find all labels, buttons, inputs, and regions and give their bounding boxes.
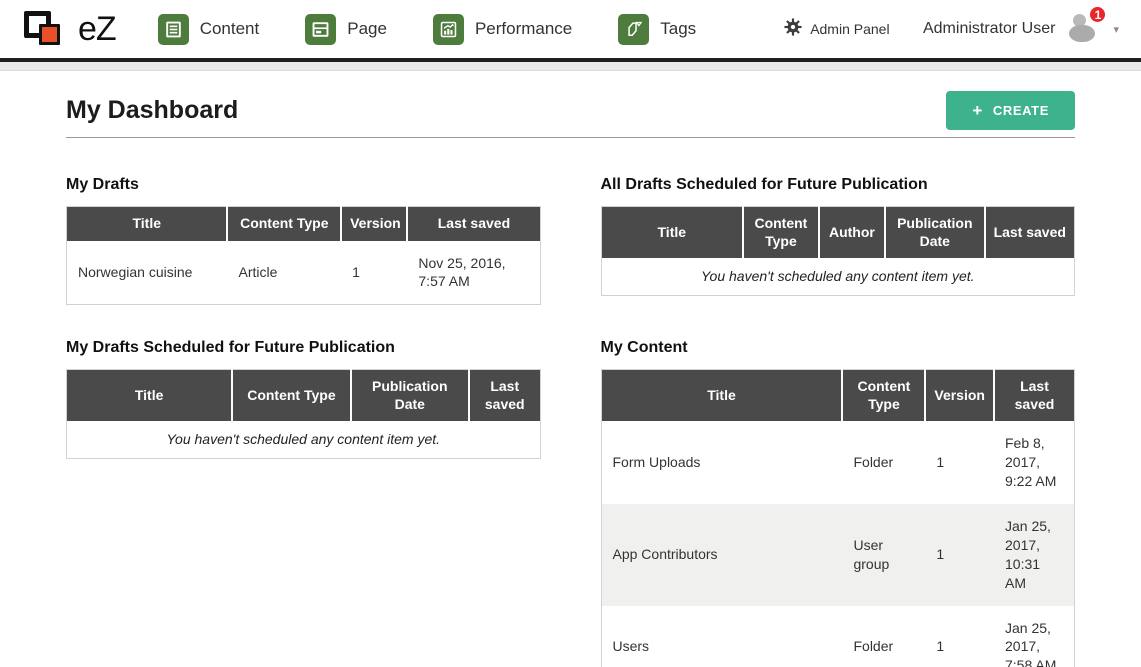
table-cell: 1: [925, 504, 994, 606]
admin-panel-label: Admin Panel: [810, 21, 889, 37]
nav-item-performance[interactable]: Performance: [433, 14, 572, 45]
page-icon: [305, 14, 336, 45]
table-cell: 1: [341, 241, 407, 305]
column-header: Publication Date: [885, 207, 984, 259]
top-navigation-bar: eZ Content Page: [0, 0, 1141, 58]
plus-icon: +: [972, 102, 983, 119]
empty-message: You haven't scheduled any content item y…: [601, 258, 1075, 295]
table-cell: Article: [227, 241, 341, 305]
empty-row: You haven't scheduled any content item y…: [601, 258, 1075, 295]
section-title-my-drafts-scheduled: My Drafts Scheduled for Future Publicati…: [66, 339, 541, 357]
table-cell: 1: [925, 606, 994, 667]
column-header: Last saved: [469, 370, 540, 422]
table-cell: User group: [842, 504, 925, 606]
nav-label-tags: Tags: [660, 19, 696, 39]
gear-icon: [784, 18, 802, 41]
column-header: Author: [819, 207, 885, 259]
section-title-my-drafts: My Drafts: [66, 176, 541, 194]
column-header: Last saved: [407, 207, 540, 241]
section-my-drafts: My Drafts TitleContent TypeVersionLast s…: [66, 176, 541, 305]
section-title-all-drafts-scheduled: All Drafts Scheduled for Future Publicat…: [601, 176, 1076, 194]
nav-item-page[interactable]: Page: [305, 14, 387, 45]
column-header: Version: [341, 207, 407, 241]
user-avatar-icon: 1: [1067, 14, 1101, 44]
nav-label-content: Content: [200, 19, 260, 39]
chevron-down-icon: ▾: [1113, 23, 1119, 36]
table-row[interactable]: Form UploadsFolder1Feb 8, 2017, 9:22 AM: [601, 421, 1075, 504]
table-row[interactable]: Norwegian cuisineArticle1Nov 25, 2016, 7…: [67, 241, 541, 305]
column-header: Publication Date: [351, 370, 469, 422]
nav-label-page: Page: [347, 19, 387, 39]
section-my-drafts-scheduled: My Drafts Scheduled for Future Publicati…: [66, 339, 541, 459]
table-cell: Nov 25, 2016, 7:57 AM: [407, 241, 540, 305]
column-header: Content Type: [232, 370, 350, 422]
table-cell: Jan 25, 2017, 7:58 AM: [994, 606, 1075, 667]
empty-message: You haven't scheduled any content item y…: [67, 421, 541, 458]
column-header: Last saved: [994, 370, 1075, 422]
main-nav: Content Page: [158, 14, 697, 45]
my-drafts-table: TitleContent TypeVersionLast savedNorweg…: [66, 206, 541, 305]
table-header-row: TitleContent TypePublication DateLast sa…: [67, 370, 541, 422]
table-cell: Form Uploads: [601, 421, 842, 504]
nav-label-performance: Performance: [475, 19, 572, 39]
my-drafts-scheduled-table: TitleContent TypePublication DateLast sa…: [66, 369, 541, 459]
user-menu[interactable]: Administrator User 1 ▾: [923, 14, 1119, 44]
table-header-row: TitleContent TypeVersionLast saved: [67, 207, 541, 241]
content-icon: [158, 14, 189, 45]
column-header: Content Type: [842, 370, 925, 422]
column-header: Title: [601, 370, 842, 422]
table-header-row: TitleContent TypeAuthorPublication DateL…: [601, 207, 1075, 259]
notification-badge[interactable]: 1: [1088, 5, 1107, 24]
header-shadow-band: [0, 62, 1141, 71]
section-my-content: My Content TitleContent TypeVersionLast …: [601, 339, 1076, 667]
all-drafts-scheduled-table: TitleContent TypeAuthorPublication DateL…: [601, 206, 1076, 296]
tags-icon: [618, 14, 649, 45]
table-header-row: TitleContent TypeVersionLast saved: [601, 370, 1075, 422]
table-cell: 1: [925, 421, 994, 504]
section-title-my-content: My Content: [601, 339, 1076, 357]
table-cell: Jan 25, 2017, 10:31 AM: [994, 504, 1075, 606]
table-cell: Folder: [842, 421, 925, 504]
dashboard-content: My Dashboard + CREATE My Drafts TitleCon…: [0, 91, 1141, 667]
column-header: Last saved: [985, 207, 1075, 259]
table-cell: Users: [601, 606, 842, 667]
ez-logo-icon: [22, 7, 74, 51]
nav-item-content[interactable]: Content: [158, 14, 260, 45]
column-header: Title: [67, 207, 228, 241]
column-header: Version: [925, 370, 994, 422]
my-content-table: TitleContent TypeVersionLast savedForm U…: [601, 369, 1076, 667]
user-name: Administrator User: [923, 20, 1055, 38]
table-cell: App Contributors: [601, 504, 842, 606]
table-cell: Folder: [842, 606, 925, 667]
empty-row: You haven't scheduled any content item y…: [67, 421, 541, 458]
column-header: Content Type: [227, 207, 341, 241]
performance-icon: [433, 14, 464, 45]
create-button-label: CREATE: [993, 103, 1049, 118]
ez-logo[interactable]: eZ: [22, 7, 116, 51]
admin-panel-button[interactable]: Admin Panel: [784, 18, 889, 41]
page-title: My Dashboard: [66, 96, 238, 125]
ez-logo-text: eZ: [78, 10, 116, 49]
nav-item-tags[interactable]: Tags: [618, 14, 696, 45]
column-header: Title: [601, 207, 743, 259]
title-divider: [66, 137, 1075, 138]
column-header: Content Type: [743, 207, 819, 259]
table-cell: Norwegian cuisine: [67, 241, 228, 305]
table-row[interactable]: UsersFolder1Jan 25, 2017, 7:58 AM: [601, 606, 1075, 667]
create-button[interactable]: + CREATE: [946, 91, 1075, 130]
section-all-drafts-scheduled: All Drafts Scheduled for Future Publicat…: [601, 176, 1076, 296]
column-header: Title: [67, 370, 233, 422]
table-cell: Feb 8, 2017, 9:22 AM: [994, 421, 1075, 504]
table-row[interactable]: App ContributorsUser group1Jan 25, 2017,…: [601, 504, 1075, 606]
